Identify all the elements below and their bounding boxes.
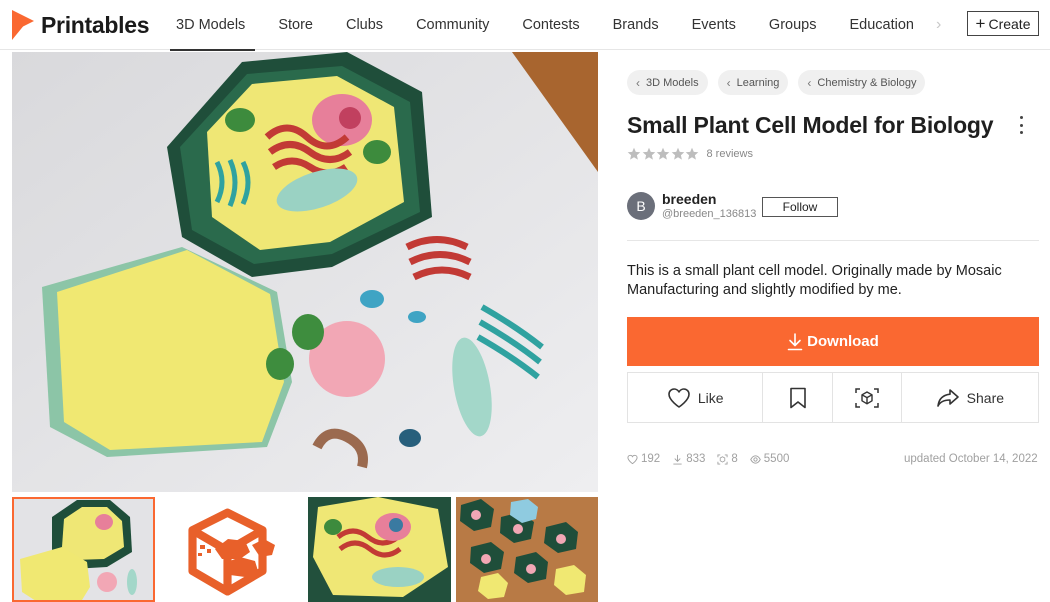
- nav-brands[interactable]: Brands: [613, 0, 659, 50]
- model-description: This is a small plant cell model. Origin…: [627, 263, 1002, 298]
- heart-icon: [668, 387, 690, 408]
- author-name[interactable]: breeden: [662, 191, 756, 207]
- views-stat: 5500: [749, 453, 790, 465]
- author-info: breeden @breeden_136813: [662, 191, 756, 220]
- main-model-image[interactable]: [12, 52, 598, 492]
- star-icon: [671, 147, 684, 160]
- top-navbar: Printables 3D Models Store Clubs Communi…: [0, 0, 1050, 51]
- chevron-left-icon: ‹: [726, 75, 731, 90]
- breadcrumb: ‹ 3D Models ‹ Learning ‹ Chemistry & Bio…: [627, 70, 935, 95]
- breadcrumb-label: 3D Models: [646, 76, 699, 89]
- avatar[interactable]: B: [627, 191, 655, 220]
- star-icon: [642, 147, 655, 160]
- share-label: Share: [966, 389, 1005, 406]
- thumbnail-4[interactable]: [456, 497, 598, 602]
- thumbnail-2-3d[interactable]: [160, 497, 303, 602]
- rating-stars: [627, 147, 700, 161]
- author-handle: @breeden_136813: [662, 208, 757, 220]
- main-nav: 3D Models Store Clubs Community Contests…: [169, 0, 947, 51]
- follow-button[interactable]: Follow: [762, 197, 838, 217]
- kebab-icon[interactable]: [1013, 114, 1029, 136]
- model-stats: 192 833 8 5500: [627, 453, 801, 465]
- nav-store[interactable]: Store: [278, 0, 313, 50]
- chevron-right-icon[interactable]: ›: [936, 16, 941, 34]
- nav-events[interactable]: Events: [692, 0, 736, 50]
- download-label: Download: [807, 333, 879, 350]
- breadcrumb-label: Learning: [736, 76, 780, 89]
- download-icon: [673, 454, 682, 465]
- create-button[interactable]: + Create: [967, 11, 1039, 36]
- star-icon: [656, 147, 670, 160]
- 3d-view-button[interactable]: [833, 373, 902, 422]
- nav-clubs[interactable]: Clubs: [346, 0, 383, 50]
- share-button[interactable]: Share: [902, 373, 1038, 422]
- 3d-view-icon: [855, 387, 879, 408]
- reviews-count[interactable]: 8 reviews: [707, 148, 753, 160]
- thumbnail-strip: [12, 497, 598, 602]
- plant-cell-photo: [12, 52, 598, 492]
- heart-icon: [627, 454, 638, 464]
- bookmark-button[interactable]: [763, 373, 833, 422]
- breadcrumb-learning[interactable]: ‹ Learning: [717, 70, 789, 95]
- thumbnail-1-image: [12, 497, 155, 602]
- bookmark-icon: [789, 387, 806, 408]
- author-block[interactable]: B breeden @breeden_136813: [627, 191, 756, 220]
- makes-count: 8: [731, 453, 738, 465]
- create-label: Create: [988, 15, 1031, 32]
- breadcrumb-label: Chemistry & Biology: [817, 76, 917, 89]
- likes-stat: 192: [627, 453, 660, 465]
- breadcrumb-3d-models[interactable]: ‹ 3D Models: [627, 70, 708, 95]
- thumbnail-3[interactable]: [308, 497, 451, 602]
- nav-contests[interactable]: Contests: [522, 0, 579, 50]
- nav-3d-models[interactable]: 3D Models: [169, 0, 256, 51]
- eye-icon: [749, 454, 761, 464]
- star-icon: [627, 147, 641, 160]
- like-label: Like: [697, 389, 724, 406]
- cube-icon: [188, 508, 267, 596]
- download-icon: [787, 332, 803, 350]
- downloads-count: 833: [686, 453, 706, 465]
- logo[interactable]: Printables: [12, 8, 150, 42]
- rating[interactable]: 8 reviews: [627, 147, 753, 161]
- 3d-view-icon: [717, 453, 728, 465]
- download-button[interactable]: Download: [627, 317, 1039, 366]
- nav-community[interactable]: Community: [416, 0, 489, 50]
- share-icon: [936, 388, 959, 407]
- action-bar: Like Share: [627, 372, 1039, 423]
- logo-text: Printables: [41, 11, 150, 38]
- plus-icon: +: [975, 14, 986, 33]
- chevron-left-icon: ‹: [807, 75, 812, 90]
- chevron-left-icon: ‹: [636, 75, 640, 90]
- star-icon: [685, 147, 699, 160]
- nav-education[interactable]: Education: [849, 0, 914, 50]
- nav-groups[interactable]: Groups: [769, 0, 817, 50]
- model-title: Small Plant Cell Model for Biology: [627, 112, 994, 138]
- makes-stat: 8: [717, 453, 738, 465]
- divider: [627, 240, 1039, 241]
- breadcrumb-chemistry-biology[interactable]: ‹ Chemistry & Biology: [798, 70, 926, 95]
- thumbnail-4-image: [456, 497, 598, 602]
- thumbnail-3-image: [308, 497, 451, 602]
- thumbnail-1[interactable]: [12, 497, 155, 602]
- views-count: 5500: [763, 453, 790, 465]
- downloads-stat: 833: [672, 453, 705, 465]
- like-button[interactable]: Like: [628, 373, 764, 422]
- updated-date: updated October 14, 2022: [904, 453, 1038, 465]
- printables-logo-icon: [12, 10, 34, 40]
- likes-count: 192: [641, 453, 661, 465]
